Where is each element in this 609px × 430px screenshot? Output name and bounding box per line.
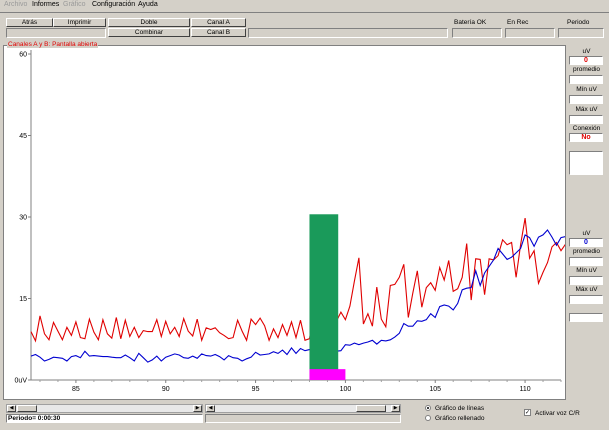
voice-checkbox[interactable]: ✓ — [524, 409, 531, 416]
menu-informes[interactable]: Informes — [32, 1, 59, 8]
x-tick-label: 105 — [429, 386, 441, 393]
y-tick-label: 0uV — [15, 378, 28, 385]
side-bottom-average: promedio — [572, 248, 601, 255]
side-top-min-field — [569, 95, 603, 104]
recording-field — [505, 28, 555, 38]
back-button[interactable]: Atrás — [6, 18, 53, 27]
channel-a-button[interactable]: Canal A — [191, 18, 246, 27]
toolbar-blank-field — [6, 28, 106, 38]
menu-separator — [0, 12, 609, 13]
y-tick-label: 30 — [19, 215, 27, 222]
menu-configuracion[interactable]: Configuración — [92, 1, 135, 8]
side-bottom-max-field — [569, 295, 603, 304]
scroll-right-icon-2[interactable]: ▶ — [391, 405, 400, 412]
side-top-max-field — [569, 115, 603, 124]
print-button[interactable]: Imprimir — [53, 18, 106, 27]
series-line-B — [30, 229, 565, 363]
recording-status: En Rec — [507, 19, 529, 26]
double-button[interactable]: Doble — [108, 18, 190, 27]
voice-label: Activar voz C/R — [535, 410, 580, 417]
y-tick-label: 60 — [19, 52, 27, 59]
scroll-left-icon-2[interactable]: ◀ — [206, 405, 215, 412]
x-tick-label: 90 — [162, 386, 170, 393]
chart-frame: 60 45 30 15 0uV 85 90 95 100 105 110 — [3, 45, 566, 400]
line-chart-label: Gráfico de líneas — [435, 405, 485, 412]
side-bottom-value: 0 — [569, 238, 603, 247]
side-top-unit: uV — [582, 48, 591, 55]
status-blank-field — [205, 414, 401, 423]
scroll-thumb[interactable] — [17, 405, 37, 412]
left-scrollbar[interactable]: ◀ ▶ — [6, 404, 203, 413]
chart-title: Canales A y B: Pantalla abierta — [7, 41, 99, 48]
side-bottom-max-label: Máx uV — [575, 286, 598, 293]
period-field[interactable] — [558, 28, 604, 38]
cursor-marker — [309, 369, 346, 380]
y-tick-label: 15 — [19, 296, 27, 303]
menu-archivo[interactable]: Archivo — [4, 1, 27, 8]
menu-ayuda[interactable]: Ayuda — [138, 1, 158, 8]
series-line-A — [30, 218, 565, 343]
x-tick-label: 85 — [72, 386, 80, 393]
scroll-right-icon[interactable]: ▶ — [193, 405, 202, 412]
scroll-thumb-2[interactable] — [356, 405, 386, 412]
x-tick-label: 100 — [340, 386, 352, 393]
combine-button[interactable]: Combinar — [108, 28, 190, 37]
menu-bar: Archivo Informes Gráfico Configuración A… — [0, 0, 609, 12]
side-top-average: promedio — [572, 66, 601, 73]
side-blank-box — [569, 151, 603, 175]
x-tick-label: 110 — [519, 386, 530, 393]
side-bottom-average-field — [569, 257, 603, 266]
line-chart-radio[interactable] — [425, 405, 431, 411]
filled-chart-label: Gráfico rellenado — [435, 415, 485, 422]
side-bottom-min-field — [569, 276, 603, 285]
side-top-value: 0 — [569, 56, 603, 65]
toolbar-blank-field-2 — [248, 28, 448, 38]
period-label: Periodo — [567, 19, 590, 26]
side-panel: uV 0 promedio Mín uV Máx uV Conexión No … — [567, 45, 606, 398]
eeg-chart: 60 45 30 15 0uV 85 90 95 100 105 110 — [15, 50, 565, 393]
side-bottom-unit: uV — [582, 230, 591, 237]
menu-grafico[interactable]: Gráfico — [63, 1, 86, 8]
channel-b-button[interactable]: Canal B — [191, 28, 246, 37]
y-tick-label: 45 — [19, 133, 27, 140]
connection-label: Conexión — [572, 125, 601, 132]
connection-value: No — [569, 133, 603, 142]
cursor-bar — [309, 214, 339, 380]
battery-status: Batería OK — [454, 19, 487, 26]
side-top-average-field — [569, 75, 603, 84]
right-scrollbar[interactable]: ◀ ▶ — [205, 404, 401, 413]
scroll-left-icon[interactable]: ◀ — [7, 405, 16, 412]
side-top-max-label: Máx uV — [575, 106, 598, 113]
side-bottom-blank-field — [569, 313, 603, 322]
filled-chart-radio[interactable] — [425, 415, 431, 421]
x-tick-label: 95 — [252, 386, 260, 393]
side-top-min-label: Mín uV — [576, 86, 597, 93]
period-status: Periodo= 0:00:30 — [8, 415, 61, 422]
battery-field — [452, 28, 502, 38]
side-bottom-min-label: Mín uV — [576, 267, 597, 274]
